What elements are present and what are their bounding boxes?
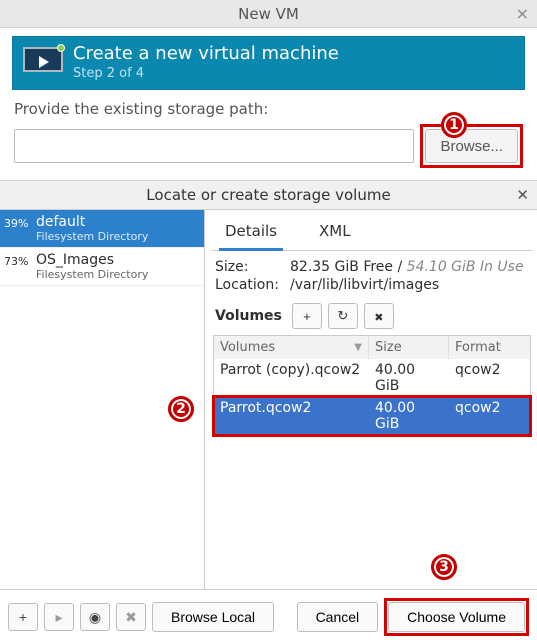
cell-size: 40.00 GiB <box>369 359 449 397</box>
annotation-badge-1: 1 <box>441 112 467 138</box>
bottom-toolbar: + ▸ ◉ ✖ Browse Local Cancel Choose Volum… <box>0 590 537 644</box>
pool-info: Size: 82.35 GiB Free / 54.10 GiB In Use … <box>211 251 533 301</box>
cell-size: 40.00 GiB <box>369 397 449 435</box>
choose-volume-button[interactable]: Choose Volume <box>388 602 525 632</box>
monitor-icon <box>23 47 63 77</box>
volume-table: Volumes▼ Size Format Parrot (copy).qcow2… <box>213 335 531 436</box>
delete-volume-button[interactable] <box>364 303 394 329</box>
location-value: /var/lib/libvirt/images <box>290 277 439 293</box>
cell-format: qcow2 <box>449 397 530 435</box>
newvm-titlebar: New VM × <box>0 0 537 28</box>
refresh-icon <box>337 308 348 324</box>
pool-item-default[interactable]: 39% default Filesystem Directory <box>0 210 204 248</box>
banner-title: Create a new virtual machine <box>73 43 339 64</box>
stop-icon: ◉ <box>89 609 101 626</box>
cell-format: qcow2 <box>449 359 530 397</box>
col-volumes[interactable]: Volumes▼ <box>214 336 369 359</box>
locate-content: 39% default Filesystem Directory 73% OS_… <box>0 210 537 590</box>
browse-button[interactable]: Browse... <box>425 129 518 163</box>
pool-usage: 73% <box>4 252 36 268</box>
plus-icon: + <box>303 309 311 324</box>
tab-xml[interactable]: XML <box>313 218 357 250</box>
delete-icon: ✖ <box>125 609 137 626</box>
storage-path-input[interactable] <box>14 129 414 163</box>
close-icon[interactable]: ✕ <box>516 186 529 204</box>
cell-name: Parrot (copy).qcow2 <box>214 359 369 397</box>
volumes-header: Volumes + <box>211 301 533 335</box>
cancel-button[interactable]: Cancel <box>297 602 379 632</box>
col-format[interactable]: Format <box>449 336 530 359</box>
cell-name: Parrot.qcow2 <box>214 397 369 435</box>
add-volume-button[interactable]: + <box>292 303 322 329</box>
plus-icon: + <box>19 609 27 625</box>
annotation-badge-3: 3 <box>431 554 457 580</box>
location-label: Location: <box>215 277 290 293</box>
close-icon[interactable]: × <box>516 4 529 23</box>
pool-usage: 39% <box>4 214 36 230</box>
sort-desc-icon: ▼ <box>354 342 362 353</box>
table-row[interactable]: Parrot (copy).qcow2 40.00 GiB qcow2 <box>214 359 530 397</box>
refresh-button[interactable] <box>328 303 358 329</box>
play-icon: ▸ <box>55 609 62 626</box>
pool-type: Filesystem Directory <box>36 230 148 243</box>
wizard-banner: Create a new virtual machine Step 2 of 4 <box>12 36 525 90</box>
banner-step: Step 2 of 4 <box>73 66 339 81</box>
banner-area: Create a new virtual machine Step 2 of 4… <box>0 28 537 96</box>
tab-details[interactable]: Details <box>219 218 283 251</box>
pool-item-osimages[interactable]: 73% OS_Images Filesystem Directory <box>0 248 204 286</box>
pool-type: Filesystem Directory <box>36 268 148 281</box>
size-used: 54.10 GiB In Use <box>407 259 524 275</box>
volume-table-header: Volumes▼ Size Format <box>214 336 530 359</box>
size-free: 82.35 GiB Free / <box>290 259 402 275</box>
annotation-badge-2: 2 <box>168 396 194 422</box>
tabs: Details XML <box>211 214 533 251</box>
add-pool-button[interactable]: + <box>8 603 38 631</box>
pool-name: default <box>36 214 148 230</box>
volumes-label: Volumes <box>215 308 282 324</box>
browse-local-button[interactable]: Browse Local <box>152 602 274 632</box>
newvm-title: New VM <box>238 5 299 23</box>
col-size[interactable]: Size <box>369 336 449 359</box>
table-row[interactable]: Parrot.qcow2 40.00 GiB qcow2 <box>214 397 530 435</box>
locate-titlebar: Locate or create storage volume ✕ <box>0 180 537 210</box>
delete-icon <box>374 309 383 324</box>
stop-pool-button[interactable]: ◉ <box>80 603 110 631</box>
pool-name: OS_Images <box>36 252 148 268</box>
delete-pool-button[interactable]: ✖ <box>116 603 146 631</box>
start-pool-button[interactable]: ▸ <box>44 603 74 631</box>
size-label: Size: <box>215 259 290 275</box>
volume-panel: Details XML Size: 82.35 GiB Free / 54.10… <box>205 210 537 589</box>
locate-title: Locate or create storage volume <box>146 186 390 204</box>
